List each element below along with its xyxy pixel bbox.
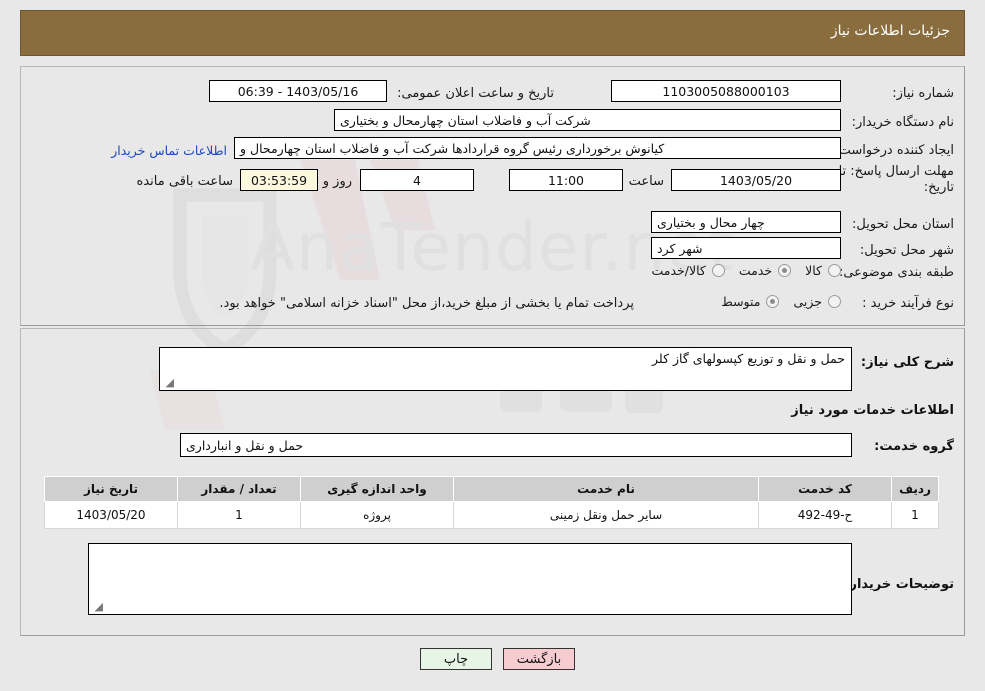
- table-cell-qty: 1: [177, 501, 301, 529]
- remaining-time-value: 03:53:59: [240, 169, 318, 191]
- buyer-comments-label: توضیحات خریدار:: [844, 577, 954, 592]
- category-option-label-1: خدمت: [738, 263, 773, 278]
- city-label: شهر محل تحویل:: [859, 243, 954, 258]
- need-number-value: 1103005088000103: [611, 80, 841, 102]
- announce-label: تاریخ و ساعت اعلان عمومی:: [397, 86, 554, 101]
- category-radio-icon-1[interactable]: [778, 264, 792, 277]
- table-col-header-1: کد خدمت: [758, 476, 892, 502]
- process-radio-icon-0[interactable]: [828, 295, 841, 308]
- process-option-1[interactable]: متوسط: [707, 294, 780, 309]
- need-summary-textarea[interactable]: حمل و نقل و توزیع کپسولهای گاز کلر ◢: [159, 347, 852, 391]
- category-option-label-0: کالا: [805, 263, 822, 278]
- page-title: جزئیات اطلاعات نیاز: [830, 23, 950, 39]
- payment-note: پرداخت تمام یا بخشی از مبلغ خرید،از محل …: [219, 296, 634, 311]
- deadline-label-line1: مهلت ارسال پاسخ: تا: [838, 164, 954, 179]
- category-radio-icon-2[interactable]: [711, 264, 725, 277]
- deadline-hour-value: 11:00: [509, 169, 623, 191]
- process-radio-group[interactable]: جزیی متوسط: [707, 294, 841, 309]
- process-label: نوع فرآیند خرید :: [862, 296, 954, 311]
- services-table: ردیف کد خدمت نام خدمت واحد اندازه گیری تعداد…: [44, 476, 939, 529]
- table-col-header-0: ردیف: [891, 476, 939, 502]
- table-col-header-4: تعداد / مقدار: [177, 476, 301, 502]
- service-group-value: حمل و نقل و انبارداری: [180, 433, 852, 457]
- buyer-contact-link[interactable]: اطلاعات تماس خریدار: [111, 143, 227, 158]
- page-root: AnaTender.net جزئیات اطلاعات نیاز شماره …: [0, 0, 985, 691]
- announce-value: 1403/05/16 - 06:39: [209, 80, 387, 102]
- need-number-label: شماره نیاز:: [892, 86, 954, 101]
- province-label: استان محل تحویل:: [852, 217, 954, 232]
- remaining-time-label: ساعت باقی مانده: [136, 174, 233, 189]
- service-group-label: گروه خدمت:: [874, 439, 954, 454]
- category-option-1[interactable]: خدمت: [725, 263, 792, 278]
- buyer-comments-textarea[interactable]: ◢: [88, 543, 852, 615]
- process-option-0[interactable]: جزیی: [779, 294, 841, 309]
- table-row[interactable]: 1 ح-49-492 سایر حمل ونقل زمینی پروژه 1 1403/0…: [44, 501, 939, 529]
- back-button[interactable]: بازگشت: [503, 648, 575, 670]
- window-title-bar: جزئیات اطلاعات نیاز: [20, 10, 965, 56]
- table-cell-date: 1403/05/20: [44, 501, 178, 529]
- buyer-org-value: شرکت آب و فاضلاب استان چهارمحال و بختیار…: [334, 109, 841, 131]
- deadline-label-line2: تاریخ:: [923, 180, 954, 195]
- creator-label: ایجاد کننده درخواست:: [834, 143, 954, 158]
- table-col-header-5: تاریخ نیاز: [44, 476, 178, 502]
- table-cell-code: ح-49-492: [758, 501, 892, 529]
- process-radio-icon-1[interactable]: [766, 295, 780, 308]
- services-section-title: اطلاعات خدمات مورد نیاز: [791, 403, 954, 418]
- category-radio-group[interactable]: کالا خدمت کالا/خدمت: [637, 263, 841, 278]
- remaining-days-label: روز و: [322, 174, 352, 189]
- city-value: شهر کرد: [651, 237, 841, 259]
- creator-value: کیانوش برخورداری رئیس گروه قراردادها شرک…: [234, 137, 841, 159]
- need-info-panel: شماره نیاز: 1103005088000103 تاریخ و ساع…: [20, 66, 965, 326]
- resize-grip-icon[interactable]: ◢: [91, 601, 103, 613]
- table-col-header-3: واحد اندازه گیری: [300, 476, 454, 502]
- category-label: طبقه بندی موضوعی:: [838, 265, 954, 280]
- table-header-row: ردیف کد خدمت نام خدمت واحد اندازه گیری تعداد…: [44, 476, 939, 502]
- need-summary-label: شرح کلی نیاز:: [860, 355, 954, 370]
- table-cell-name: سایر حمل ونقل زمینی: [453, 501, 759, 529]
- remaining-days-value: 4: [360, 169, 474, 191]
- category-option-0[interactable]: کالا: [791, 263, 841, 278]
- process-option-label-1: متوسط: [721, 294, 761, 309]
- table-cell-radif: 1: [891, 501, 939, 529]
- print-button[interactable]: چاپ: [420, 648, 492, 670]
- province-value: چهار محال و بختیاری: [651, 211, 841, 233]
- deadline-date-value: 1403/05/20: [671, 169, 841, 191]
- category-option-label-2: کالا/خدمت: [651, 263, 706, 278]
- deadline-hour-label: ساعت: [628, 174, 664, 189]
- need-details-panel: شرح کلی نیاز: حمل و نقل و توزیع کپسولهای…: [20, 328, 965, 636]
- resize-grip-icon[interactable]: ◢: [162, 377, 174, 389]
- table-body: 1 ح-49-492 سایر حمل ونقل زمینی پروژه 1 1403/0…: [44, 501, 939, 529]
- need-summary-value: حمل و نقل و توزیع کپسولهای گاز کلر: [652, 351, 845, 366]
- process-option-label-0: جزیی: [793, 294, 822, 309]
- buyer-org-label: نام دستگاه خریدار:: [851, 115, 954, 130]
- category-radio-icon-0[interactable]: [828, 264, 841, 277]
- category-option-2[interactable]: کالا/خدمت: [637, 263, 725, 278]
- table-cell-unit: پروژه: [300, 501, 454, 529]
- table-col-header-2: نام خدمت: [453, 476, 759, 502]
